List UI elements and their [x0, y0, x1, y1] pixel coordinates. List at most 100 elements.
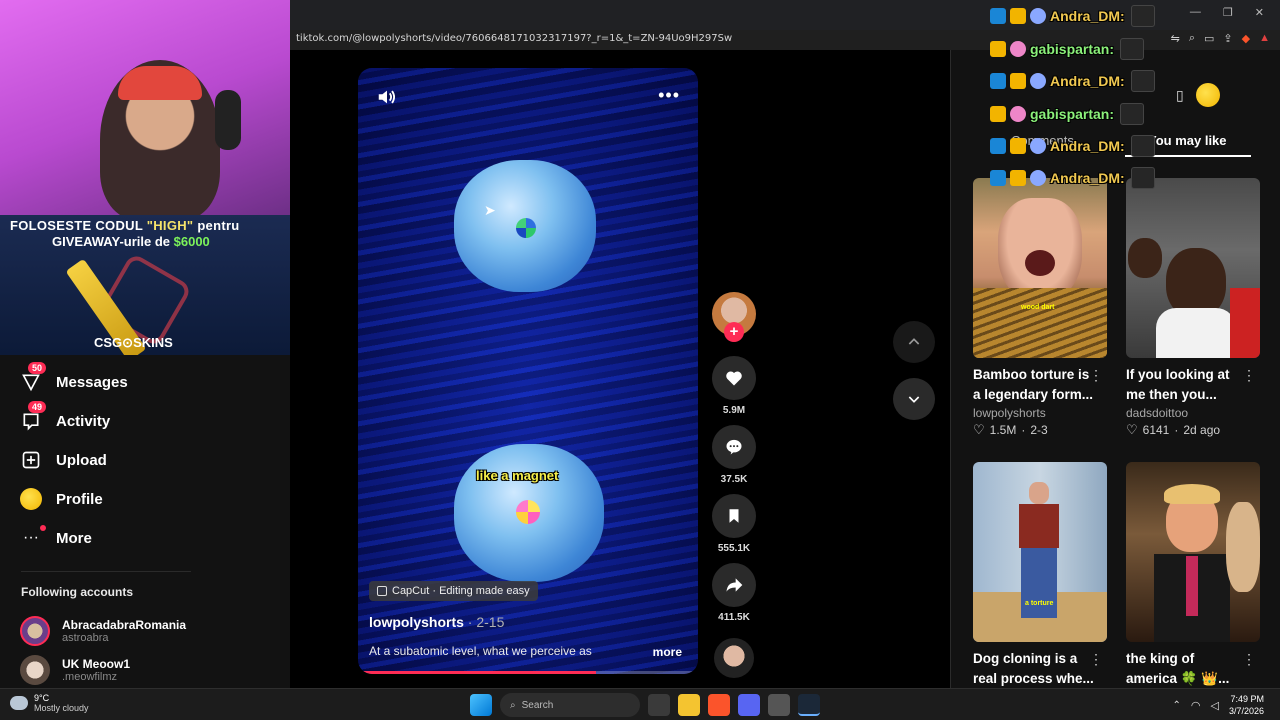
share-icon[interactable]: ⇪ [1223, 32, 1232, 45]
following-account[interactable]: UK Meoow1 .meowfilmz [20, 655, 130, 685]
steam-icon[interactable] [798, 694, 820, 716]
weather-widget[interactable]: 9°C Mostly cloudy [10, 693, 89, 713]
recommended-video-card[interactable]: wood dart Bamboo torture is a legendary … [973, 178, 1107, 438]
emote-icon [1120, 38, 1145, 60]
brave-browser-icon[interactable] [708, 694, 730, 716]
rat-emote-icon [1030, 138, 1046, 154]
card-author[interactable]: lowpolyshorts [973, 406, 1107, 420]
video-author[interactable]: lowpolyshorts · 2-15 [369, 614, 504, 630]
capcut-anchor[interactable]: CapCut · Editing made easy [369, 581, 538, 601]
kebab-menu-icon[interactable]: ⋮ [1089, 651, 1103, 668]
card-title: Dog cloning is a real process whe... [973, 651, 1094, 686]
inbox-icon: 49 [20, 401, 47, 432]
progress-fill [358, 671, 596, 674]
file-explorer-icon[interactable] [678, 694, 700, 716]
avatar [20, 488, 42, 510]
comment-icon[interactable] [712, 425, 756, 469]
rewards-icon[interactable]: ▲ [1259, 32, 1270, 45]
tab-you-may-like[interactable]: You may like [1148, 133, 1227, 148]
sidebar-item-messages[interactable]: 50 Messages [20, 362, 128, 397]
send-icon: 50 [20, 362, 47, 393]
zoom-icon[interactable]: ⌕ [1189, 32, 1195, 45]
card-author[interactable]: dadsdoittoo [1126, 406, 1260, 420]
translate-icon[interactable]: ⇋ [1171, 32, 1180, 45]
webcam-overlay: FOLOSESTE CODUL "HIGH" pentru GIVEAWAY-u… [0, 0, 290, 355]
video-description: At a subatomic level, what we perceive a… [369, 644, 592, 658]
thumbnail-mouth [1025, 250, 1055, 276]
share-arrow-icon[interactable] [712, 563, 756, 607]
thumbnail-text: a torture [1025, 600, 1054, 607]
kebab-menu-icon[interactable]: ⋮ [1242, 367, 1256, 384]
emote-icon [1130, 167, 1155, 189]
volume-icon[interactable] [376, 86, 398, 108]
share-action: 411.5K [712, 563, 756, 623]
divider [21, 571, 191, 572]
speaker-icon[interactable]: ◁ [1210, 699, 1218, 712]
minimize-icon[interactable]: — [1190, 6, 1201, 19]
chat-username: gabispartan: [1030, 41, 1115, 57]
promo-prefix: FOLOSESTE CODUL [10, 218, 143, 233]
description-more-button[interactable]: more [653, 645, 682, 659]
wifi-icon[interactable]: ◠ [1191, 699, 1201, 712]
plus-square-icon [20, 449, 42, 471]
clock[interactable]: 7:49 PM 3/7/2026 [1229, 693, 1264, 717]
windows-start-icon[interactable] [470, 694, 492, 716]
chevron-up-icon[interactable]: ⌃ [1172, 700, 1180, 711]
task-view-icon[interactable] [648, 694, 670, 716]
next-video-button[interactable] [893, 378, 935, 420]
recommended-video-card[interactable]: the king of america 🍀 👑... ⋮ [1126, 462, 1260, 689]
chat-username: Andra_DM: [1050, 8, 1125, 24]
dots-icon: ··· [20, 525, 46, 549]
recommended-video-card[interactable]: a torture Dog cloning is a real process … [973, 462, 1107, 689]
author-name[interactable]: lowpolyshorts [369, 614, 464, 630]
kebab-menu-icon[interactable]: ⋮ [1242, 651, 1256, 668]
crown-badge-icon [1010, 170, 1026, 186]
heart-outline-icon: ♡ [973, 422, 985, 437]
close-icon[interactable]: ✕ [1255, 6, 1264, 19]
thumbnail-shirt [1156, 308, 1236, 358]
weather-desc: Mostly cloudy [34, 703, 89, 713]
sidebar-item-profile[interactable]: Profile [20, 484, 103, 514]
clock-time: 7:49 PM [1230, 694, 1264, 704]
address-bar-icons: ⇋ ⌕ ▭ ⇪ ◆ ▲ [1171, 32, 1270, 45]
maximize-icon[interactable]: ❐ [1223, 6, 1233, 19]
video-thumbnail [1126, 178, 1260, 358]
heart-icon[interactable] [712, 356, 756, 400]
kebab-menu-icon[interactable]: ⋮ [1089, 367, 1103, 384]
follow-button[interactable]: + [724, 322, 744, 342]
header-right-icons: ▯ [1176, 83, 1220, 107]
video-player[interactable]: like a magnet ➤ ••• CapCut · Editing mad… [358, 68, 698, 674]
meta-separator: · [1174, 423, 1179, 437]
sidebar-item-label: Messages [56, 373, 128, 391]
brave-shield-icon[interactable]: ◆ [1242, 32, 1250, 45]
more-options-icon[interactable]: ••• [658, 86, 680, 104]
card-title: If you looking at me then you... [1126, 367, 1230, 402]
device-icon[interactable]: ▯ [1176, 87, 1184, 104]
comment-action: 37.5K [712, 425, 756, 485]
discord-icon[interactable] [738, 694, 760, 716]
video-thumbnail [1126, 462, 1260, 642]
taskbar-apps: ⌕ Search [470, 693, 820, 717]
music-disc-avatar[interactable] [714, 638, 754, 678]
thumbnail-head [1029, 482, 1049, 504]
following-account[interactable]: AbracadabraRomania astroabra [20, 616, 186, 646]
taskbar-search[interactable]: ⌕ Search [500, 693, 640, 717]
cast-icon[interactable]: ▭ [1204, 32, 1214, 45]
sidebar-item-activity[interactable]: 49 Activity [20, 401, 110, 436]
save-count: 555.1K [717, 543, 751, 554]
bookmark-icon[interactable] [712, 494, 756, 538]
save-action: 555.1K [712, 494, 756, 554]
thumbnail-person [1226, 502, 1260, 592]
previous-video-button[interactable] [893, 321, 935, 363]
chat-username: gabispartan: [1030, 106, 1115, 122]
cloud-icon [10, 696, 28, 710]
url-text[interactable]: tiktok.com/@lowpolyshorts/video/76066481… [296, 33, 732, 44]
avatar[interactable] [1195, 83, 1220, 107]
video-progress-bar[interactable] [358, 671, 698, 674]
chat-message: Andra_DM: [990, 4, 1155, 28]
sidebar-item-upload[interactable]: Upload [20, 445, 107, 475]
calculator-icon[interactable] [768, 694, 790, 716]
recommended-video-card[interactable]: If you looking at me then you... ⋮ dadsd… [1126, 178, 1260, 438]
sidebar-item-more[interactable]: ··· More [20, 523, 92, 553]
chat-message: gabispartan: [990, 102, 1145, 126]
